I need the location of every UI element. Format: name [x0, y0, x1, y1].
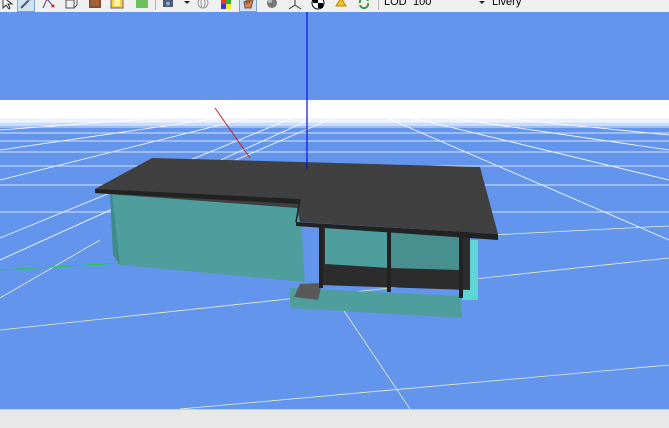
checker-icon[interactable] [310, 0, 326, 11]
status-bar [0, 409, 669, 428]
3d-viewport[interactable] [0, 12, 669, 409]
mesh-sphere-icon[interactable] [195, 0, 211, 11]
livery-select[interactable]: Livery [492, 0, 521, 9]
lod-select[interactable]: 100 [413, 0, 431, 9]
chevron-down-icon[interactable] [184, 1, 190, 4]
lod-label: LOD [384, 0, 407, 8]
solid-shade-icon[interactable] [134, 0, 150, 11]
porch-back-wall [325, 228, 390, 268]
porch-column-3 [459, 233, 463, 298]
edit-points-icon[interactable] [40, 0, 56, 11]
building-model[interactable] [95, 158, 498, 318]
axis-icon[interactable] [287, 0, 303, 11]
select-arrow-icon[interactable] [0, 0, 16, 11]
porch-steps [294, 283, 322, 300]
scene-svg [0, 12, 669, 409]
refresh-icon[interactable] [356, 0, 372, 11]
toolbar: LOD 100 Livery [0, 0, 669, 12]
texture-icon[interactable] [87, 0, 103, 11]
edit-wand-icon[interactable] [17, 0, 35, 12]
porch-back-wall-right [390, 231, 460, 270]
sphere-icon[interactable] [264, 0, 280, 11]
porch-column-2 [387, 229, 391, 292]
lod-dropdown-arrow-icon[interactable] [479, 1, 485, 4]
color-cube-icon[interactable] [218, 0, 234, 11]
toolbar-separator [155, 0, 156, 10]
camera-icon[interactable] [161, 0, 177, 11]
material-icon[interactable] [109, 0, 125, 11]
hand-icon[interactable] [239, 0, 257, 12]
porch-column-1 [319, 226, 323, 288]
light-icon[interactable] [333, 0, 349, 11]
box-wireframe-icon[interactable] [63, 0, 79, 11]
toolbar-separator [378, 0, 379, 10]
